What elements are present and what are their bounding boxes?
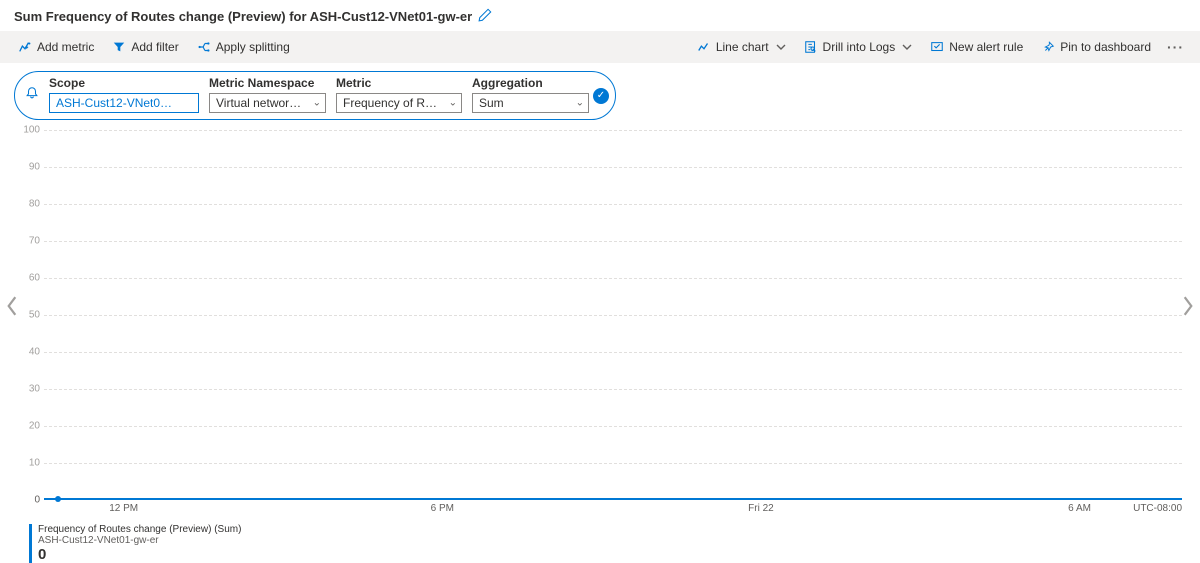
drill-logs-button[interactable]: Drill into Logs <box>796 36 921 58</box>
metric-picker-capsule: Scope ASH-Cust12-VNet01-gw-er Metric Nam… <box>14 71 616 120</box>
legend-resource-name: ASH-Cust12-VNet01-gw-er <box>38 535 1182 546</box>
chart-type-button[interactable]: Line chart <box>689 36 794 58</box>
metric-label: Metric <box>336 76 462 90</box>
add-filter-label: Add filter <box>131 40 178 54</box>
chart-area: 0102030405060708090100 UTC-08:00 12 PM 6 … <box>18 130 1182 518</box>
timezone-label: UTC-08:00 <box>1133 503 1182 514</box>
more-options-button[interactable]: ··· <box>1161 35 1190 59</box>
x-tick-label: 6 AM <box>1068 503 1091 514</box>
chart-type-label: Line chart <box>716 40 769 54</box>
metrics-toolbar: Add metric Add filter Apply splitting Li… <box>0 31 1200 63</box>
add-metric-button[interactable]: Add metric <box>10 36 102 58</box>
pin-dashboard-label: Pin to dashboard <box>1060 40 1151 54</box>
y-tick-label: 30 <box>18 384 40 395</box>
chevron-down-icon: ⌄ <box>313 98 321 109</box>
x-tick-label: Fri 22 <box>748 503 774 514</box>
y-tick-label: 100 <box>18 125 40 136</box>
pin-dashboard-button[interactable]: Pin to dashboard <box>1033 36 1159 58</box>
chart-title: Sum Frequency of Routes change (Preview)… <box>14 9 472 24</box>
chart-title-row: Sum Frequency of Routes change (Preview)… <box>0 0 1200 31</box>
y-tick-label: 60 <box>18 273 40 284</box>
gridline <box>44 278 1182 279</box>
y-tick-label: 40 <box>18 347 40 358</box>
scope-label: Scope <box>49 76 199 90</box>
resource-icon <box>25 86 39 103</box>
y-tick-label: 20 <box>18 421 40 432</box>
drill-logs-label: Drill into Logs <box>823 40 896 54</box>
aggregation-select[interactable]: Sum ⌄ <box>472 93 589 113</box>
add-metric-label: Add metric <box>37 40 94 54</box>
x-tick-label: 6 PM <box>431 503 454 514</box>
gridline <box>44 167 1182 168</box>
gridline <box>44 389 1182 390</box>
namespace-group: Metric Namespace Virtual network gatewa.… <box>209 76 326 113</box>
y-tick-label: 70 <box>18 236 40 247</box>
aggregation-label: Aggregation <box>472 76 589 90</box>
namespace-value: Virtual network gatewa... <box>216 96 326 110</box>
gridline <box>44 463 1182 464</box>
gridline <box>44 130 1182 131</box>
apply-splitting-button[interactable]: Apply splitting <box>189 36 298 58</box>
y-tick-label: 0 <box>18 495 40 506</box>
plot-area[interactable]: 0102030405060708090100 <box>44 130 1182 500</box>
scope-value: ASH-Cust12-VNet01-gw-er <box>56 96 199 110</box>
legend[interactable]: Frequency of Routes change (Preview) (Su… <box>29 524 1182 563</box>
y-tick-label: 90 <box>18 162 40 173</box>
metric-picker-row: Scope ASH-Cust12-VNet01-gw-er Metric Nam… <box>14 71 616 120</box>
scope-group: Scope ASH-Cust12-VNet01-gw-er <box>49 76 199 113</box>
legend-series-name: Frequency of Routes change (Preview) (Su… <box>38 524 1182 535</box>
gridline <box>44 204 1182 205</box>
apply-splitting-label: Apply splitting <box>216 40 290 54</box>
gridline <box>44 426 1182 427</box>
y-tick-label: 80 <box>18 199 40 210</box>
namespace-select[interactable]: Virtual network gatewa... ⌄ <box>209 93 326 113</box>
new-alert-label: New alert rule <box>949 40 1023 54</box>
metric-value: Frequency of Routes ch... <box>343 96 462 110</box>
x-axis: UTC-08:00 12 PM 6 PM Fri 22 6 AM <box>44 500 1182 518</box>
gridline <box>44 352 1182 353</box>
chevron-down-icon: ⌄ <box>449 98 457 109</box>
edit-title-icon[interactable] <box>478 8 492 25</box>
metric-select[interactable]: Frequency of Routes ch... ⌄ <box>336 93 462 113</box>
aggregation-value: Sum <box>479 96 504 110</box>
scope-select[interactable]: ASH-Cust12-VNet01-gw-er <box>49 93 199 113</box>
x-tick-label: 12 PM <box>109 503 138 514</box>
y-tick-label: 50 <box>18 310 40 321</box>
chevron-down-icon: ⌄ <box>576 98 584 109</box>
confirm-metric-button[interactable]: ✓ <box>593 88 609 104</box>
gridline <box>44 315 1182 316</box>
metric-group: Metric Frequency of Routes ch... ⌄ <box>336 76 462 113</box>
namespace-label: Metric Namespace <box>209 76 326 90</box>
y-tick-label: 10 <box>18 458 40 469</box>
new-alert-button[interactable]: New alert rule <box>922 36 1031 58</box>
add-filter-button[interactable]: Add filter <box>104 36 186 58</box>
gridline <box>44 241 1182 242</box>
aggregation-group: Aggregation Sum ⌄ <box>472 76 589 113</box>
